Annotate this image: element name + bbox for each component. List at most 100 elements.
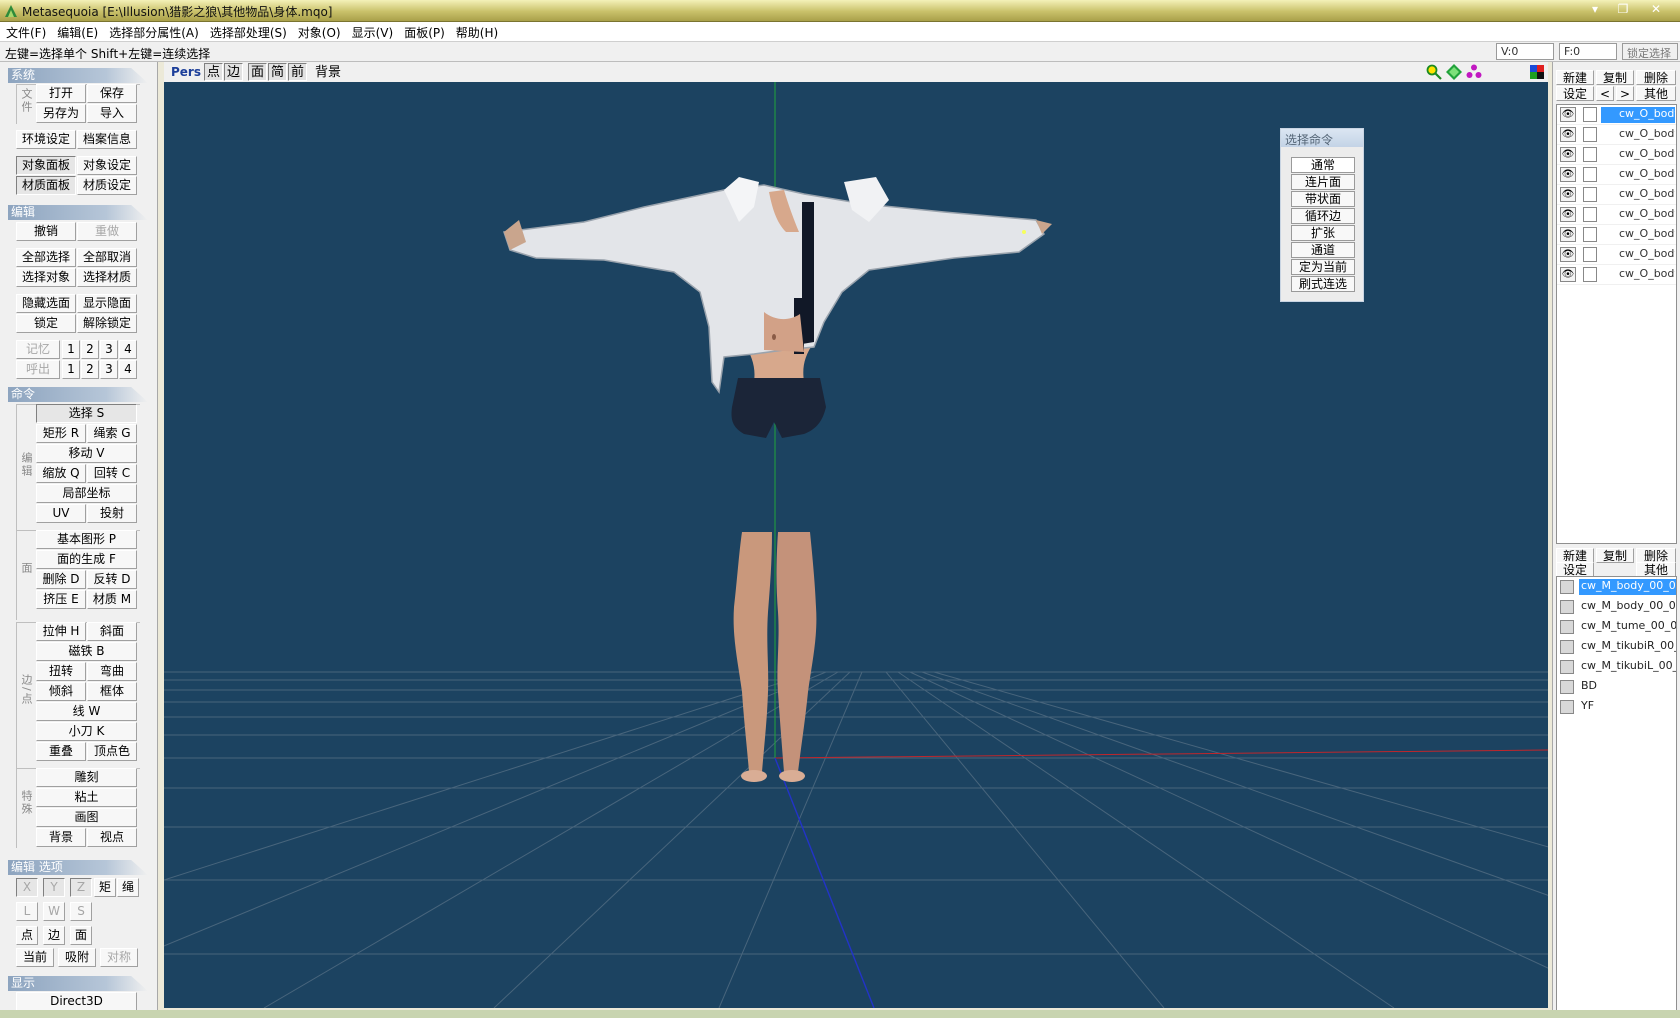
recall-4-button[interactable]: 4 <box>119 360 137 379</box>
lock-toggle[interactable] <box>1583 187 1597 202</box>
lattice-button[interactable]: 框体 <box>87 682 137 701</box>
object-row[interactable]: 👁 cw_O_body_ <box>1557 185 1676 205</box>
vertex-color-button[interactable]: 顶点色 <box>87 742 137 761</box>
object-prev-button[interactable]: < <box>1596 86 1614 101</box>
eye-icon[interactable]: 👁 <box>1560 187 1576 202</box>
material-swatch[interactable] <box>1560 620 1574 634</box>
tab-background[interactable]: 背景 <box>312 63 344 81</box>
edge-mode-toggle[interactable]: 边 <box>43 926 65 945</box>
character-model[interactable] <box>502 177 1052 782</box>
material-other-button[interactable]: 其他 <box>1636 562 1676 577</box>
object-row[interactable]: 👁 cw_O_body_ <box>1557 225 1676 245</box>
lock-toggle[interactable] <box>1583 267 1597 282</box>
material-swatch[interactable] <box>1560 580 1574 594</box>
symmetry-toggle[interactable]: 对称 <box>100 948 138 967</box>
weld-button[interactable]: 重叠 <box>36 742 86 761</box>
memory-1-button[interactable]: 1 <box>62 340 80 359</box>
object-row[interactable]: 👁 cw_O_body_ <box>1557 165 1676 185</box>
material-row[interactable]: YF <box>1557 697 1676 717</box>
lock-button[interactable]: 锁定 <box>16 314 76 333</box>
tab-point[interactable]: 点 <box>204 63 224 81</box>
lock-toggle[interactable] <box>1583 147 1597 162</box>
material-settings-button[interactable]: 设定 <box>1556 562 1594 577</box>
material-row[interactable]: cw_M_body_00_01 <box>1557 597 1676 617</box>
project-button[interactable]: 投射 <box>87 504 137 523</box>
env-settings-button[interactable]: 环境设定 <box>16 130 76 149</box>
eye-icon[interactable]: 👁 <box>1560 107 1576 122</box>
eye-icon[interactable]: 👁 <box>1560 167 1576 182</box>
lock-toggle[interactable] <box>1583 247 1597 262</box>
knife-tool-button[interactable]: 小刀 K <box>36 722 137 741</box>
basic-shape-button[interactable]: 基本图形 P <box>36 530 137 549</box>
material-copy-button[interactable]: 复制 <box>1596 548 1634 563</box>
tab-face[interactable]: 面 <box>248 63 268 81</box>
eye-icon[interactable]: 👁 <box>1560 267 1576 282</box>
maximize-button[interactable]: ❐ <box>1612 2 1634 18</box>
material-tool-button[interactable]: 材质 M <box>87 590 137 609</box>
select-connected-button[interactable]: 连片面 <box>1291 174 1355 190</box>
bend-button[interactable]: 弯曲 <box>87 662 137 681</box>
sculpt-button[interactable]: 雕刻 <box>36 768 137 787</box>
close-button[interactable]: ✕ <box>1645 2 1667 18</box>
select-strip-button[interactable]: 带状面 <box>1291 191 1355 207</box>
lock-select-button[interactable]: 锁定选择 <box>1622 43 1678 60</box>
tab-front[interactable]: 前 <box>288 63 308 81</box>
viewpoint-button[interactable]: 视点 <box>87 828 137 847</box>
tilt-button[interactable]: 倾斜 <box>36 682 86 701</box>
line-tool-button[interactable]: 线 W <box>36 702 137 721</box>
object-row[interactable]: 👁 cw_O_body_ <box>1557 205 1676 225</box>
paint-button[interactable]: 画图 <box>36 808 137 827</box>
material-panel-button[interactable]: 材质面板 <box>16 176 76 195</box>
material-row[interactable]: BD <box>1557 677 1676 697</box>
eye-icon[interactable]: 👁 <box>1560 127 1576 142</box>
material-delete-button[interactable]: 删除 <box>1636 548 1676 563</box>
object-row[interactable]: 👁 cw_O_body_ <box>1557 125 1676 145</box>
rect-option-toggle[interactable]: 矩 <box>94 878 116 897</box>
select-normal-button[interactable]: 通常 <box>1291 157 1355 173</box>
menu-file[interactable]: 文件(F) <box>0 22 51 41</box>
recall-2-button[interactable]: 2 <box>81 360 99 379</box>
eye-icon[interactable]: 👁 <box>1560 147 1576 162</box>
clay-button[interactable]: 粘土 <box>36 788 137 807</box>
bevel-button[interactable]: 斜面 <box>87 622 137 641</box>
menu-select-attr[interactable]: 选择部分属性(A) <box>103 22 204 41</box>
object-row[interactable]: 👁 cw_O_body_ <box>1557 265 1676 285</box>
object-new-button[interactable]: 新建 <box>1556 70 1594 85</box>
object-panel-button[interactable]: 对象面板 <box>16 156 76 175</box>
save-button[interactable]: 保存 <box>87 84 137 103</box>
eye-icon[interactable]: 👁 <box>1560 247 1576 262</box>
menu-view[interactable]: 显示(V) <box>346 22 399 41</box>
recall-3-button[interactable]: 3 <box>100 360 118 379</box>
scale-tool-button[interactable]: 缩放 Q <box>36 464 86 483</box>
lock-toggle[interactable] <box>1583 127 1597 142</box>
z-axis-toggle[interactable]: Z <box>70 878 92 897</box>
object-row[interactable]: 👁 cw_O_body_ <box>1557 245 1676 265</box>
import-button[interactable]: 导入 <box>87 104 137 123</box>
magnifier-icon[interactable] <box>1426 64 1442 80</box>
material-settings-button[interactable]: 材质设定 <box>77 176 137 195</box>
file-info-button[interactable]: 档案信息 <box>77 130 137 149</box>
material-row[interactable]: cw_M_tikubiR_00_00 <box>1557 637 1676 657</box>
eye-icon[interactable]: 👁 <box>1560 207 1576 222</box>
object-settings-button[interactable]: 设定 <box>1556 86 1594 101</box>
minimize-button[interactable]: ▾ <box>1584 2 1606 18</box>
local-coord-button[interactable]: 局部坐标 <box>36 484 137 503</box>
delete-face-button[interactable]: 删除 D <box>36 570 86 589</box>
stretch-button[interactable]: 拉伸 H <box>36 622 86 641</box>
lasso-select-button[interactable]: 绳索 G <box>87 424 137 443</box>
eye-icon[interactable]: 👁 <box>1560 227 1576 242</box>
color-palette-icon[interactable] <box>1530 65 1544 79</box>
menu-help[interactable]: 帮助(H) <box>450 22 503 41</box>
y-axis-toggle[interactable]: Y <box>43 878 65 897</box>
object-other-button[interactable]: 其他 <box>1636 86 1676 101</box>
rope-option-toggle[interactable]: 绳 <box>117 878 139 897</box>
menu-object[interactable]: 对象(O) <box>292 22 346 41</box>
memory-3-button[interactable]: 3 <box>100 340 118 359</box>
uv-button[interactable]: UV <box>36 504 86 523</box>
object-next-button[interactable]: > <box>1616 86 1634 101</box>
object-settings-button[interactable]: 对象设定 <box>77 156 137 175</box>
object-delete-button[interactable]: 删除 <box>1636 70 1676 85</box>
material-swatch[interactable] <box>1560 680 1574 694</box>
show-hidden-button[interactable]: 显示隐面 <box>77 294 137 313</box>
material-row[interactable]: cw_M_tikubiL_00_00 <box>1557 657 1676 677</box>
